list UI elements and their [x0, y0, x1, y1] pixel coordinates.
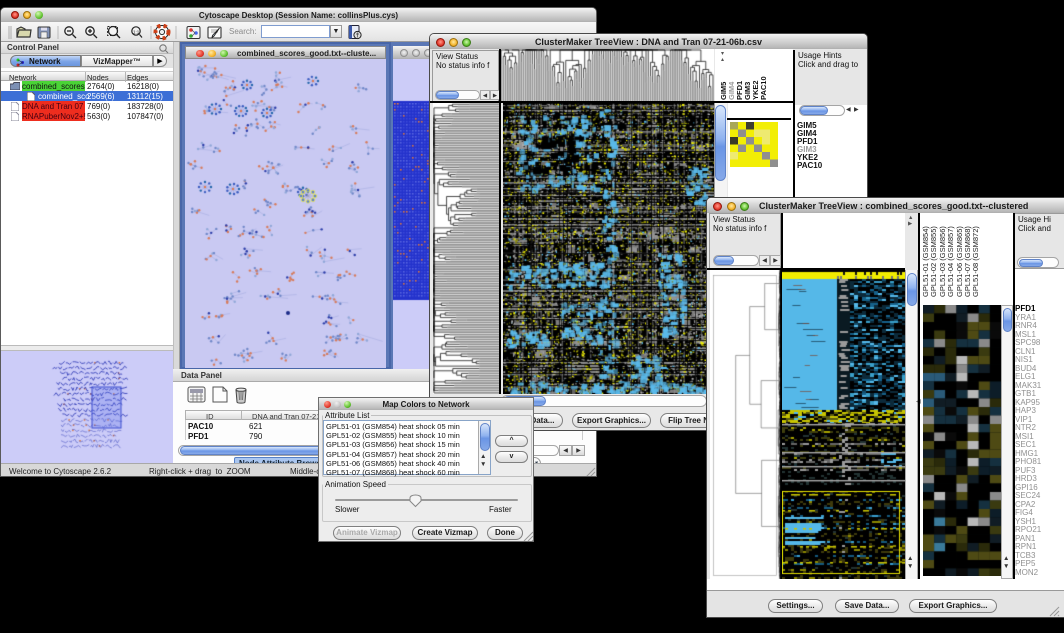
svg-text:1:1: 1:1 — [133, 29, 140, 34]
